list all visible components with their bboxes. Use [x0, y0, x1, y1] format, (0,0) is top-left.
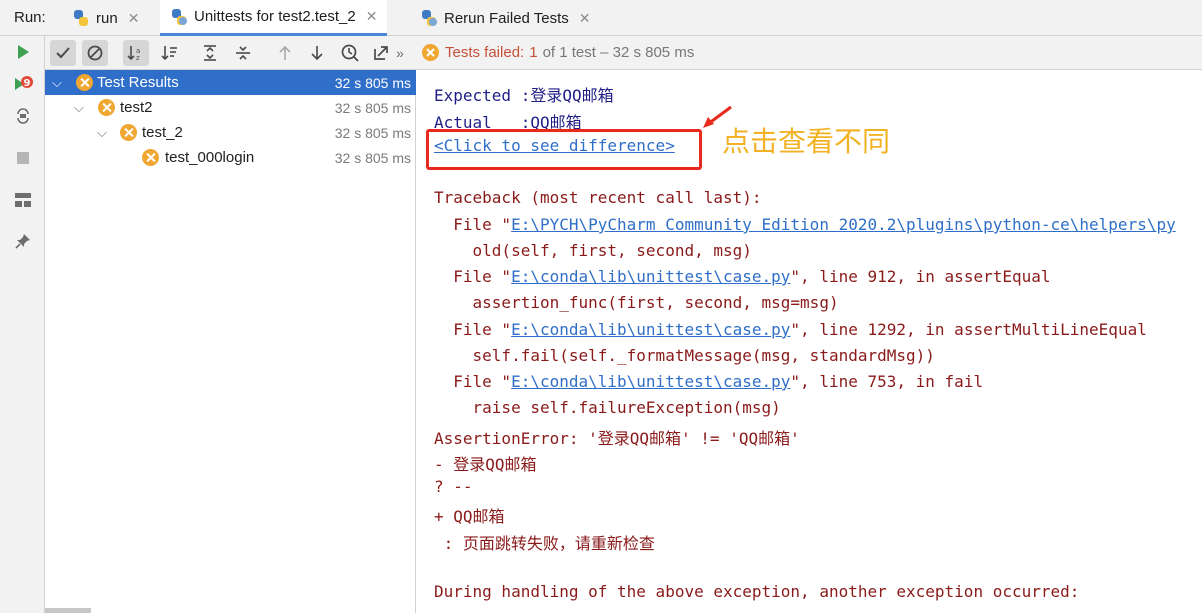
prev-failed-icon[interactable]	[272, 40, 298, 66]
status-summary: of 1 test – 32 s 805 ms	[542, 44, 695, 61]
test-results-tree: ⌵ Test Results 32 s 805 ms ⌵ test2 32 s …	[45, 70, 416, 613]
console-output[interactable]: Expected :登录QQ邮箱 Actual :QQ邮箱 <Click to …	[417, 70, 1202, 613]
frame-prefix: File "	[434, 267, 512, 286]
test-failed-icon	[142, 149, 159, 166]
tree-row-test-000login[interactable]: test_000login 32 s 805 ms	[45, 145, 416, 170]
tree-row-time: 32 s 805 ms	[334, 74, 411, 91]
file-path-link[interactable]: E:\PYCH\PyCharm Community Edition 2020.2…	[511, 215, 1176, 234]
close-icon[interactable]: ✕	[128, 10, 140, 27]
tab-label: run	[96, 9, 118, 27]
toggle-auto-test-icon[interactable]	[12, 105, 34, 127]
frame-suffix: ", line 1292, in assertMultiLineEqual	[790, 320, 1147, 339]
test-failed-icon	[98, 99, 115, 116]
frame-suffix: ", line 753, in fail	[790, 372, 984, 391]
test-failed-icon	[120, 124, 137, 141]
rerun-failed-icon[interactable]: 9	[12, 73, 34, 95]
svg-text:z: z	[136, 54, 140, 61]
expected-label: Expected :	[434, 86, 531, 105]
tab-label: Rerun Failed Tests	[444, 9, 569, 27]
run-icon[interactable]	[12, 41, 34, 63]
tree-row-time: 32 s 805 ms	[334, 149, 411, 166]
run-label: Run:	[14, 9, 46, 26]
traceback-frame-line: File "E:\conda\lib\unittest\case.py", li…	[434, 267, 1051, 286]
stop-icon[interactable]	[12, 147, 34, 169]
export-icon[interactable]	[368, 40, 394, 66]
file-path-link[interactable]: E:\conda\lib\unittest\case.py	[511, 372, 790, 391]
tab-rerun-failed[interactable]: Rerun Failed Tests ✕	[410, 0, 601, 36]
traceback-code-line: self.fail(self._formatMessage(msg, stand…	[434, 346, 935, 365]
sort-duration-icon[interactable]	[157, 40, 183, 66]
tree-row-test-results[interactable]: ⌵ Test Results 32 s 805 ms	[45, 70, 416, 95]
next-failed-icon[interactable]	[304, 40, 330, 66]
expand-all-icon[interactable]	[197, 40, 223, 66]
highlight-box	[426, 129, 702, 170]
history-icon[interactable]	[337, 40, 363, 66]
expected-line: Expected :登录QQ邮箱	[434, 82, 614, 106]
file-path-link[interactable]: E:\conda\lib\unittest\case.py	[511, 267, 790, 286]
tree-row-label: test_2	[142, 124, 183, 141]
run-tabbar: Run: run ✕ Unittests for test2.test_2 ✕ …	[0, 0, 1202, 36]
test-failed-icon	[422, 44, 439, 61]
chevron-down-icon[interactable]: ⌵	[52, 75, 62, 91]
expected-value: 登录QQ邮箱	[530, 86, 614, 105]
pin-icon[interactable]	[12, 230, 34, 252]
close-icon[interactable]: ✕	[366, 8, 378, 25]
assertion-error-line: AssertionError: '登录QQ邮箱' != 'QQ邮箱'	[434, 429, 800, 448]
show-ignored-icon[interactable]	[82, 40, 108, 66]
diff-minus-line: - 登录QQ邮箱	[434, 455, 537, 474]
python-test-icon	[170, 8, 188, 26]
traceback-header: Traceback (most recent call last):	[434, 188, 762, 207]
traceback-frame-line: File "E:\conda\lib\unittest\case.py", li…	[434, 372, 983, 391]
frame-prefix: File "	[434, 372, 512, 391]
status-failed-label: Tests failed:	[445, 44, 525, 61]
during-handling-line: During handling of the above exception, …	[434, 582, 1080, 601]
tab-run[interactable]: run ✕	[62, 0, 149, 36]
sort-alpha-icon[interactable]: az	[123, 40, 149, 66]
error-message-line: : 页面跳转失败，请重新检查	[434, 534, 655, 553]
close-icon[interactable]: ✕	[579, 10, 591, 27]
tree-row-test-2[interactable]: ⌵ test_2 32 s 805 ms	[45, 120, 416, 145]
test-failed-icon	[76, 74, 93, 91]
python-icon	[72, 9, 90, 27]
traceback-frame-line: File "E:\PYCH\PyCharm Community Edition …	[434, 215, 1176, 234]
frame-prefix: File "	[434, 215, 512, 234]
tab-label: Unittests for test2.test_2	[194, 8, 356, 25]
collapse-all-icon[interactable]	[230, 40, 256, 66]
diff-plus-line: + QQ邮箱	[434, 507, 505, 526]
tree-row-label: Test Results	[97, 74, 179, 91]
frame-suffix: ", line 912, in assertEqual	[790, 267, 1051, 286]
more-icon[interactable]: »	[392, 40, 408, 66]
tree-row-time: 32 s 805 ms	[334, 99, 411, 116]
traceback-code-line: assertion_func(first, second, msg=msg)	[434, 293, 839, 312]
tree-row-label: test2	[120, 99, 153, 116]
horizontal-scrollbar[interactable]	[45, 608, 91, 613]
diff-marker-line: ? --	[434, 477, 473, 496]
chevron-down-icon[interactable]: ⌵	[97, 125, 107, 141]
left-toolbar: 9	[0, 36, 45, 613]
traceback-code-line: old(self, first, second, msg)	[434, 241, 752, 260]
annotation-text: 点击查看不同	[722, 125, 891, 158]
rerun-badge: 9	[24, 78, 31, 89]
test-status: Tests failed: 1 of 1 test – 32 s 805 ms	[422, 44, 694, 61]
file-path-link[interactable]: E:\conda\lib\unittest\case.py	[511, 320, 790, 339]
frame-prefix: File "	[434, 320, 512, 339]
traceback-frame-line: File "E:\conda\lib\unittest\case.py", li…	[434, 320, 1147, 339]
test-toolbar: az » Tests failed: 1 of 1 test – 32 s 80…	[45, 36, 1202, 70]
chevron-down-icon[interactable]: ⌵	[74, 100, 84, 116]
traceback-code-line: raise self.failureException(msg)	[434, 398, 781, 417]
tree-row-test2[interactable]: ⌵ test2 32 s 805 ms	[45, 95, 416, 120]
python-test-icon	[420, 9, 438, 27]
status-failed-count: 1	[529, 44, 538, 61]
tree-row-label: test_000login	[165, 149, 255, 166]
tab-unittests[interactable]: Unittests for test2.test_2 ✕	[160, 0, 388, 36]
tree-row-time: 32 s 805 ms	[334, 124, 411, 141]
layout-icon[interactable]	[12, 189, 34, 211]
show-passed-icon[interactable]	[50, 40, 76, 66]
